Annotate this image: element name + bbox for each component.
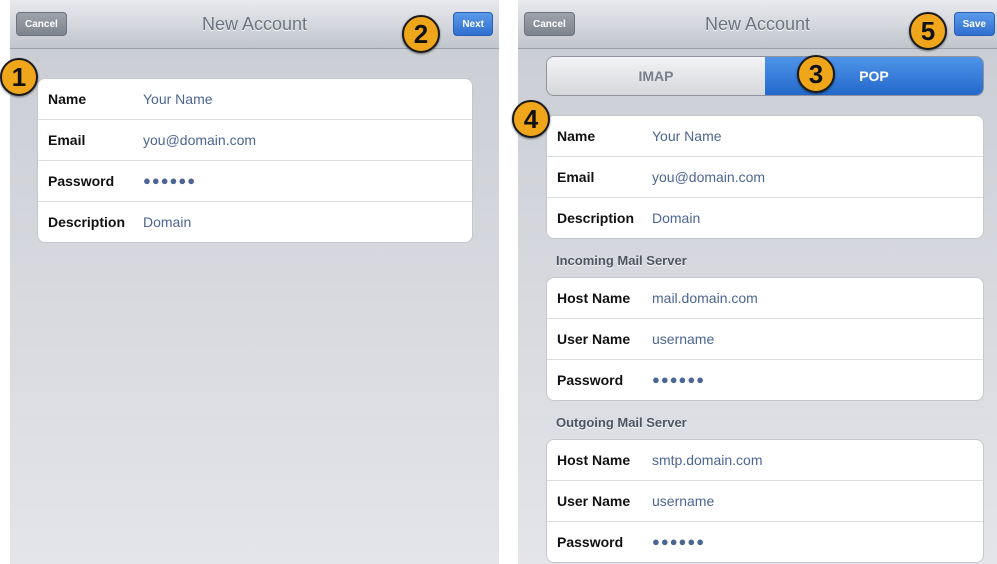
form-row-email[interactable]: Email you@domain.com bbox=[38, 120, 472, 161]
description-field[interactable]: Domain bbox=[652, 198, 700, 238]
save-button[interactable]: Save bbox=[953, 12, 995, 36]
field-label: Host Name bbox=[557, 452, 631, 468]
field-label: Password bbox=[48, 173, 115, 189]
form-row-password[interactable]: Password ●●●●●● bbox=[547, 360, 983, 400]
form-row-host-name[interactable]: Host Name smtp.domain.com bbox=[547, 440, 983, 481]
outgoing-password-field[interactable]: ●●●●●● bbox=[652, 522, 705, 562]
step-badge-3: 3 bbox=[797, 55, 835, 93]
step-badge-4: 4 bbox=[512, 100, 550, 138]
segment-imap[interactable]: IMAP bbox=[547, 57, 765, 95]
field-label: Email bbox=[48, 132, 86, 148]
form-row-host-name[interactable]: Host Name mail.domain.com bbox=[547, 278, 983, 319]
form-row-password[interactable]: Password ●●●●●● bbox=[38, 161, 472, 202]
outgoing-server-group: Host Name smtp.domain.com User Name user… bbox=[546, 439, 984, 563]
incoming-username-field[interactable]: username bbox=[652, 319, 714, 359]
field-label: Host Name bbox=[557, 290, 631, 306]
form-row-description[interactable]: Description Domain bbox=[38, 202, 472, 242]
left-screen: Cancel New Account Next Name Your Name E… bbox=[10, 0, 499, 564]
form-row-email[interactable]: Email you@domain.com bbox=[547, 157, 983, 198]
account-info-group: Name Your Name Email you@domain.com Desc… bbox=[546, 115, 984, 239]
outgoing-username-field[interactable]: username bbox=[652, 481, 714, 521]
form-row-password[interactable]: Password ●●●●●● bbox=[547, 522, 983, 562]
incoming-host-field[interactable]: mail.domain.com bbox=[652, 278, 758, 318]
form-row-description[interactable]: Description Domain bbox=[547, 198, 983, 238]
incoming-password-field[interactable]: ●●●●●● bbox=[652, 360, 705, 400]
step-badge-5: 5 bbox=[909, 12, 947, 50]
email-field[interactable]: you@domain.com bbox=[143, 120, 256, 160]
incoming-server-group: Host Name mail.domain.com User Name user… bbox=[546, 277, 984, 401]
form-row-name[interactable]: Name Your Name bbox=[38, 79, 472, 120]
field-label: User Name bbox=[557, 331, 631, 347]
field-label: Name bbox=[557, 128, 596, 144]
name-field[interactable]: Your Name bbox=[652, 116, 722, 156]
step-badge-1: 1 bbox=[0, 58, 38, 96]
name-field[interactable]: Your Name bbox=[143, 79, 213, 119]
right-screen: Cancel New Account Save IMAP POP Name Yo… bbox=[518, 0, 997, 564]
field-label: Password bbox=[557, 372, 624, 388]
field-label: Description bbox=[48, 214, 126, 230]
account-form-group: Name Your Name Email you@domain.com Pass… bbox=[37, 78, 473, 243]
password-field[interactable]: ●●●●●● bbox=[143, 161, 196, 201]
form-row-user-name[interactable]: User Name username bbox=[547, 481, 983, 522]
form-row-user-name[interactable]: User Name username bbox=[547, 319, 983, 360]
field-label: Password bbox=[557, 534, 624, 550]
account-type-segmented-control: IMAP POP bbox=[546, 56, 984, 96]
form-row-name[interactable]: Name Your Name bbox=[547, 116, 983, 157]
outgoing-server-header: Outgoing Mail Server bbox=[556, 415, 687, 430]
outgoing-host-field[interactable]: smtp.domain.com bbox=[652, 440, 762, 480]
description-field[interactable]: Domain bbox=[143, 202, 191, 242]
next-button[interactable]: Next bbox=[453, 12, 493, 36]
field-label: User Name bbox=[557, 493, 631, 509]
field-label: Email bbox=[557, 169, 595, 185]
incoming-server-header: Incoming Mail Server bbox=[556, 253, 687, 268]
field-label: Description bbox=[557, 210, 635, 226]
field-label: Name bbox=[48, 91, 87, 107]
email-field[interactable]: you@domain.com bbox=[652, 157, 765, 197]
step-badge-2: 2 bbox=[402, 15, 440, 53]
